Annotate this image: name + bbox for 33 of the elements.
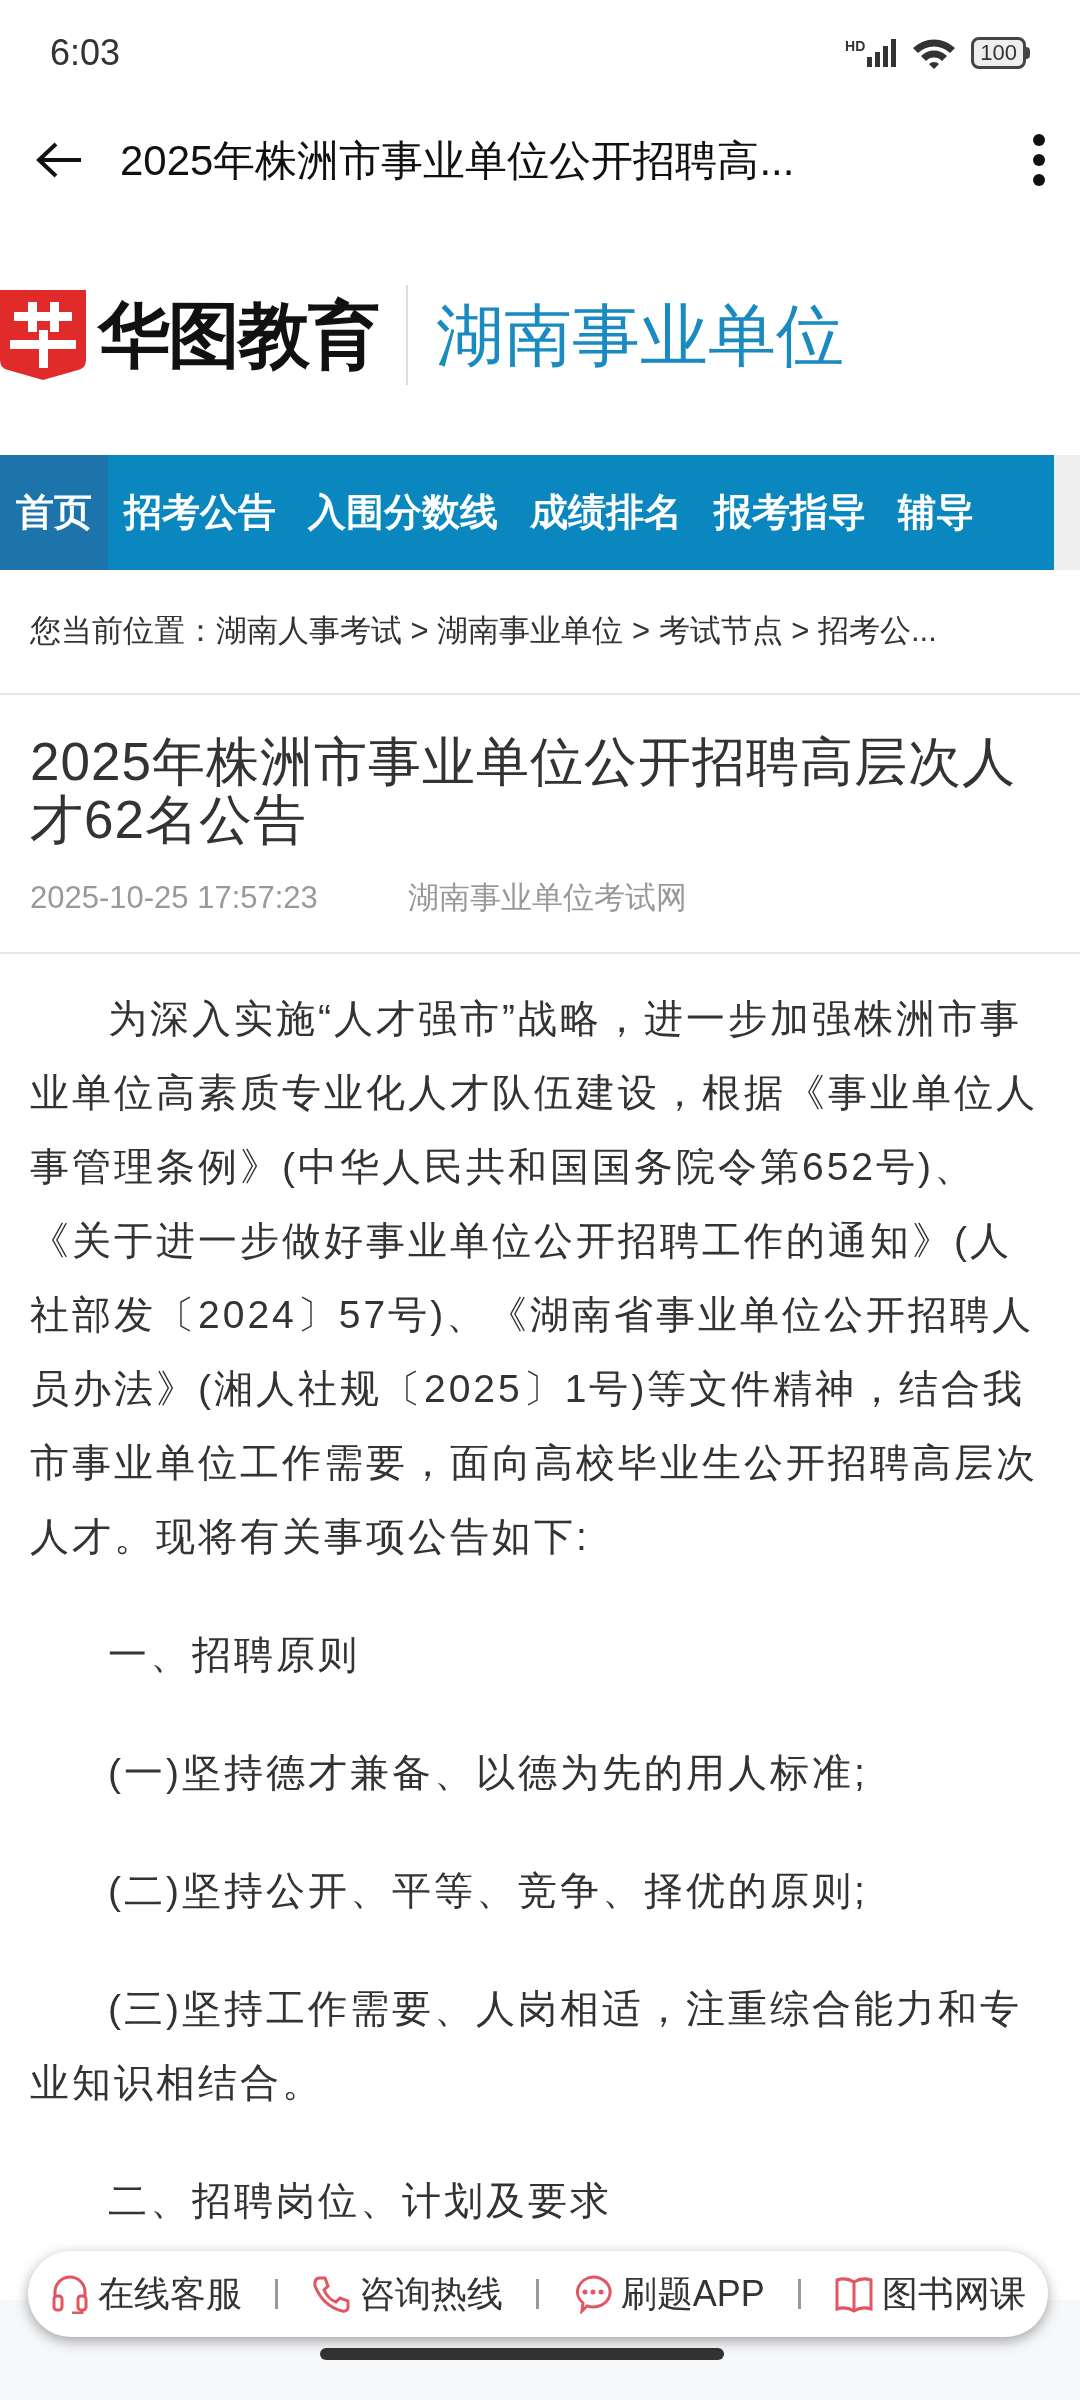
headset-icon xyxy=(50,2274,90,2314)
article-paragraph: 为深入实施“人才强市”战略，进一步加强株洲市事业单位高素质专业化人才队伍建设，根据《事业单位人事管理条例》(中华人民共和国国务院令第652号)、《关于进一步做好事业单位公开招聘工作的通知》(人社部发〔2024〕57号)、《湖南省事业单位公开招聘人员办法》(湘人社规〔2025〕1号)等文件精神，结合我市事业单位工作需要，面向高校毕业生公开招聘高层次人才。现将有关事项公告如下: xyxy=(30,995,1039,1560)
nav-tab[interactable]: 成绩排名 xyxy=(514,455,698,570)
nav-tab[interactable]: 首页 xyxy=(0,455,108,570)
nav-tab[interactable]: 报考指导 xyxy=(698,455,882,570)
toolbar-button[interactable]: 刷题APP xyxy=(572,2267,765,2321)
article-title: 2025年株洲市事业单位公开招聘高层次人才62名公告 xyxy=(30,733,1017,849)
nav-tab[interactable]: 招考公告 xyxy=(108,455,292,570)
brand-name: 华图教育 xyxy=(98,294,378,377)
clock-time: 6:03 xyxy=(50,30,121,75)
article-source: 湖南事业单位考试网 xyxy=(407,879,687,917)
toolbar-button[interactable]: 在线客服 xyxy=(50,2267,242,2321)
article-paragraph: (一)坚持德才兼备、以德为先的用人标准; xyxy=(107,1749,869,1796)
phone-icon xyxy=(311,2274,352,2314)
article-paragraph: 二、招聘岗位、计划及要求 xyxy=(107,2177,613,2224)
network-label: HD xyxy=(845,38,866,53)
article-paragraph: (二)坚持公开、平等、竞争、择优的原则; xyxy=(107,1867,869,1914)
article-paragraph: 一、招聘原则 xyxy=(107,1631,361,1678)
page-title: 2025年株洲市事业单位公开招聘高... xyxy=(120,135,796,186)
nav-tab[interactable]: 辅导 xyxy=(882,455,990,570)
article-paragraph: (三)坚持工作需要、人岗相适，注重综合能力和专业知识相结合。 xyxy=(30,1985,1023,2106)
publish-date: 2025-10-25 17:57:23 xyxy=(30,879,318,917)
more-options-icon[interactable] xyxy=(1032,133,1046,187)
section-title: 湖南事业单位 xyxy=(436,296,844,375)
battery-indicator: 100 xyxy=(971,36,1026,69)
shield-logo-icon xyxy=(0,290,86,380)
signal-icon xyxy=(867,38,898,67)
book-icon xyxy=(834,2274,874,2314)
breadcrumb-text: 您当前位置：湖南人事考试 > 湖南事业单位 > 考试节点 > 招考公... xyxy=(30,612,937,651)
toolbar-button[interactable]: 咨询热线 xyxy=(311,2267,504,2321)
toolbar-button[interactable]: 图书网课 xyxy=(834,2267,1026,2321)
back-arrow-icon[interactable] xyxy=(34,140,84,180)
nav-tab[interactable]: 入围分数线 xyxy=(292,455,514,570)
